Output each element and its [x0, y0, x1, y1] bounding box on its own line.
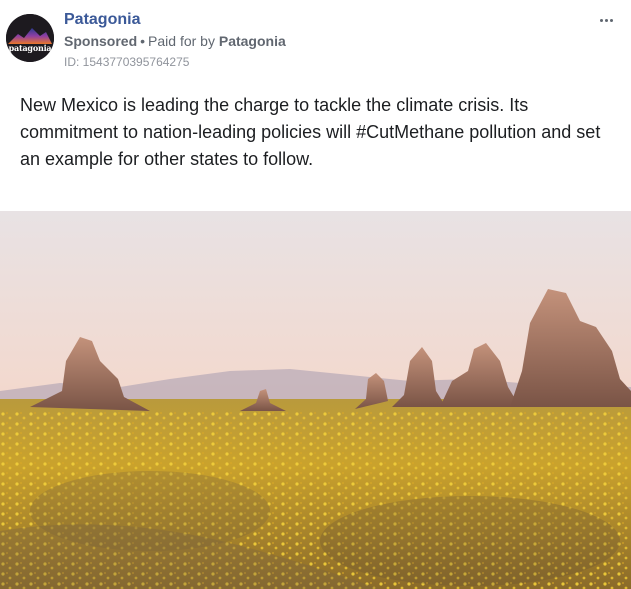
more-horizontal-icon	[599, 18, 603, 22]
ad-post: patagonia Patagonia Sponsored • Paid for b…	[0, 0, 631, 589]
post-body-text: New Mexico is leading the charge to tack…	[20, 95, 601, 169]
paid-for-prefix: Paid for by	[148, 33, 215, 49]
avatar-logo-text: patagonia	[8, 43, 52, 53]
separator-dot: •	[140, 33, 146, 49]
ad-id: ID: 1543770395764275	[64, 55, 190, 69]
page-avatar[interactable]: patagonia	[6, 14, 54, 62]
sponsored-line: Sponsored • Paid for by Patagonia	[64, 33, 286, 49]
post-image[interactable]	[0, 211, 631, 589]
patagonia-logo-icon	[6, 14, 54, 62]
desert-landscape-image	[0, 211, 631, 589]
sponsored-label[interactable]: Sponsored	[64, 33, 137, 49]
more-options-button[interactable]	[594, 10, 618, 30]
paid-for-name[interactable]: Patagonia	[219, 33, 286, 49]
page-name-link[interactable]: Patagonia	[64, 11, 140, 29]
